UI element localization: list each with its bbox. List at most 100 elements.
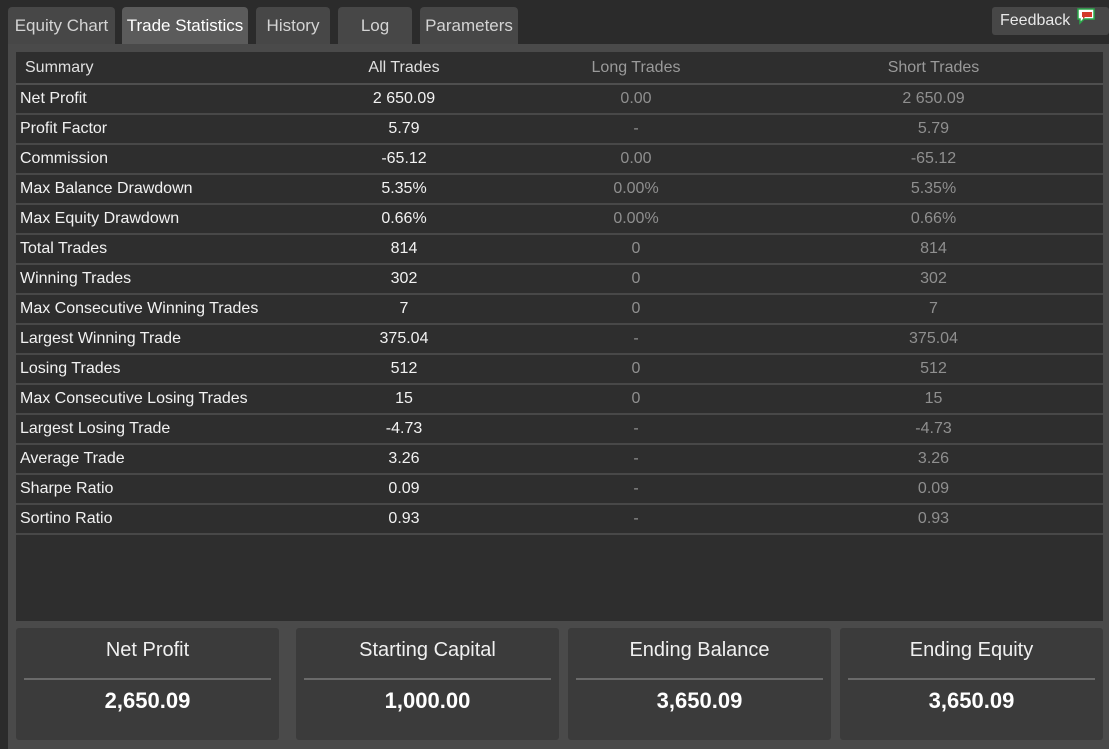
divider xyxy=(848,678,1095,680)
metric-label: Profit Factor xyxy=(16,114,300,145)
tab-parameters[interactable]: Parameters xyxy=(420,7,518,44)
table-row: Average Trade 3.26-3.26 xyxy=(16,444,1103,475)
metric-label: Net Profit xyxy=(16,84,300,115)
header-long-trades[interactable]: Long Trades xyxy=(508,52,764,85)
all-trades-value: 512 xyxy=(300,354,508,385)
short-trades-value: 0.93 xyxy=(764,504,1103,535)
short-trades-value: 15 xyxy=(764,384,1103,415)
metric-label: Largest Winning Trade xyxy=(16,324,300,355)
table-row: Max Consecutive Losing Trades 15 0 15 xyxy=(16,384,1103,415)
net-profit-card: Net Profit 2,650.09 xyxy=(16,628,279,740)
short-trades-value: 0.09 xyxy=(764,474,1103,505)
table-row: Largest Losing Trade -4.73- -4.73 xyxy=(16,414,1103,445)
divider xyxy=(576,678,823,680)
card-value: 1,000.00 xyxy=(384,688,471,713)
tab-equity-chart[interactable]: Equity Chart xyxy=(8,7,115,44)
feedback-button[interactable]: Feedback xyxy=(992,7,1109,35)
feedback-label: Feedback xyxy=(1000,12,1071,29)
tab-history[interactable]: History xyxy=(256,7,330,44)
speech-bubble-icon xyxy=(1076,7,1096,35)
long-trades-value: 0 xyxy=(508,234,764,265)
all-trades-value: 0.93 xyxy=(300,504,508,535)
all-trades-value: 0.09 xyxy=(300,474,508,505)
long-trades-value: - xyxy=(508,414,764,445)
card-value: 2,650.09 xyxy=(104,688,191,713)
long-trades-value: - xyxy=(508,504,764,535)
all-trades-value: 5.79 xyxy=(300,114,508,145)
table-row: Net Profit 2 650.09 0.00 2 650.09 xyxy=(16,84,1103,115)
table-row: Sharpe Ratio 0.09-0.09 xyxy=(16,474,1103,505)
long-trades-value: 0.00 xyxy=(508,84,764,115)
metric-label: Largest Losing Trade xyxy=(16,414,300,445)
ending-equity-card: Ending Equity 3,650.09 xyxy=(840,628,1103,740)
content-frame: Summary All Trades Long Trades Short Tra… xyxy=(8,44,1109,749)
short-trades-value: 302 xyxy=(764,264,1103,295)
metric-label: Losing Trades xyxy=(16,354,300,385)
metric-label: Sortino Ratio xyxy=(16,504,300,535)
all-trades-value: 5.35% xyxy=(300,174,508,205)
ending-balance-card: Ending Balance 3,650.09 xyxy=(568,628,831,740)
table-row: Losing Trades 512 0 512 xyxy=(16,354,1103,385)
long-trades-value: 0.00% xyxy=(508,174,764,205)
trade-statistics-table: Summary All Trades Long Trades Short Tra… xyxy=(16,52,1103,535)
tab-log[interactable]: Log xyxy=(338,7,412,44)
table-row: Total Trades 814 0 814 xyxy=(16,234,1103,265)
all-trades-value: 7 xyxy=(300,294,508,325)
long-trades-value: - xyxy=(508,444,764,475)
table-row: Commission -65.12 0.00 -65.12 xyxy=(16,144,1103,175)
long-trades-value: - xyxy=(508,474,764,505)
long-trades-value: 0 xyxy=(508,264,764,295)
short-trades-value: 375.04 xyxy=(764,324,1103,355)
metric-label: Sharpe Ratio xyxy=(16,474,300,505)
short-trades-value: 5.35% xyxy=(764,174,1103,205)
short-trades-value: 814 xyxy=(764,234,1103,265)
tab-bar: Equity Chart Trade Statistics History Lo… xyxy=(0,0,1109,44)
header-all-trades[interactable]: All Trades xyxy=(300,52,508,85)
long-trades-value: - xyxy=(508,114,764,145)
short-trades-value: 2 650.09 xyxy=(764,84,1103,115)
short-trades-value: -4.73 xyxy=(764,414,1103,445)
long-trades-value: - xyxy=(508,324,764,355)
table-row: Sortino Ratio 0.93-0.93 xyxy=(16,504,1103,535)
long-trades-value: 0.00 xyxy=(508,144,764,175)
long-trades-value: 0 xyxy=(508,384,764,415)
short-trades-value: -65.12 xyxy=(764,144,1103,175)
metric-label: Average Trade xyxy=(16,444,300,475)
table-body: Net Profit 2 650.09 0.00 2 650.09 Profit Fac… xyxy=(16,84,1103,535)
all-trades-value: 302 xyxy=(300,264,508,295)
card-value: 3,650.09 xyxy=(656,688,743,713)
long-trades-value: 0 xyxy=(508,294,764,325)
all-trades-value: -4.73 xyxy=(300,414,508,445)
header-summary[interactable]: Summary xyxy=(16,52,300,85)
tab-trade-statistics[interactable]: Trade Statistics xyxy=(122,7,248,44)
short-trades-value: 0.66% xyxy=(764,204,1103,235)
header-short-trades[interactable]: Short Trades xyxy=(764,52,1103,85)
all-trades-value: 15 xyxy=(300,384,508,415)
long-trades-value: 0 xyxy=(508,354,764,385)
metric-label: Commission xyxy=(16,144,300,175)
table-row: Largest Winning Trade 375.04-375.04 xyxy=(16,324,1103,355)
card-title: Ending Balance xyxy=(629,639,770,661)
metric-label: Max Consecutive Losing Trades xyxy=(16,384,300,415)
metric-label: Max Equity Drawdown xyxy=(16,204,300,235)
all-trades-value: 2 650.09 xyxy=(300,84,508,115)
table-row: Max Balance Drawdown 5.35% 0.00% 5.35% xyxy=(16,174,1103,205)
statistics-table-panel: Summary All Trades Long Trades Short Tra… xyxy=(16,52,1103,621)
table-row: Winning Trades 302 0 302 xyxy=(16,264,1103,295)
metric-label: Max Consecutive Winning Trades xyxy=(16,294,300,325)
all-trades-value: 375.04 xyxy=(300,324,508,355)
all-trades-value: 3.26 xyxy=(300,444,508,475)
short-trades-value: 5.79 xyxy=(764,114,1103,145)
all-trades-value: 814 xyxy=(300,234,508,265)
all-trades-value: -65.12 xyxy=(300,144,508,175)
all-trades-value: 0.66% xyxy=(300,204,508,235)
starting-capital-card: Starting Capital 1,000.00 xyxy=(296,628,559,740)
table-row: Max Consecutive Winning Trades 7 0 7 xyxy=(16,294,1103,325)
short-trades-value: 512 xyxy=(764,354,1103,385)
card-title: Net Profit xyxy=(105,639,190,661)
metric-label: Max Balance Drawdown xyxy=(16,174,300,205)
card-title: Ending Equity xyxy=(909,639,1034,661)
table-header-row: Summary All Trades Long Trades Short Tra… xyxy=(16,52,1103,85)
table-row: Max Equity Drawdown 0.66% 0.00% 0.66% xyxy=(16,204,1103,235)
divider xyxy=(24,678,271,680)
